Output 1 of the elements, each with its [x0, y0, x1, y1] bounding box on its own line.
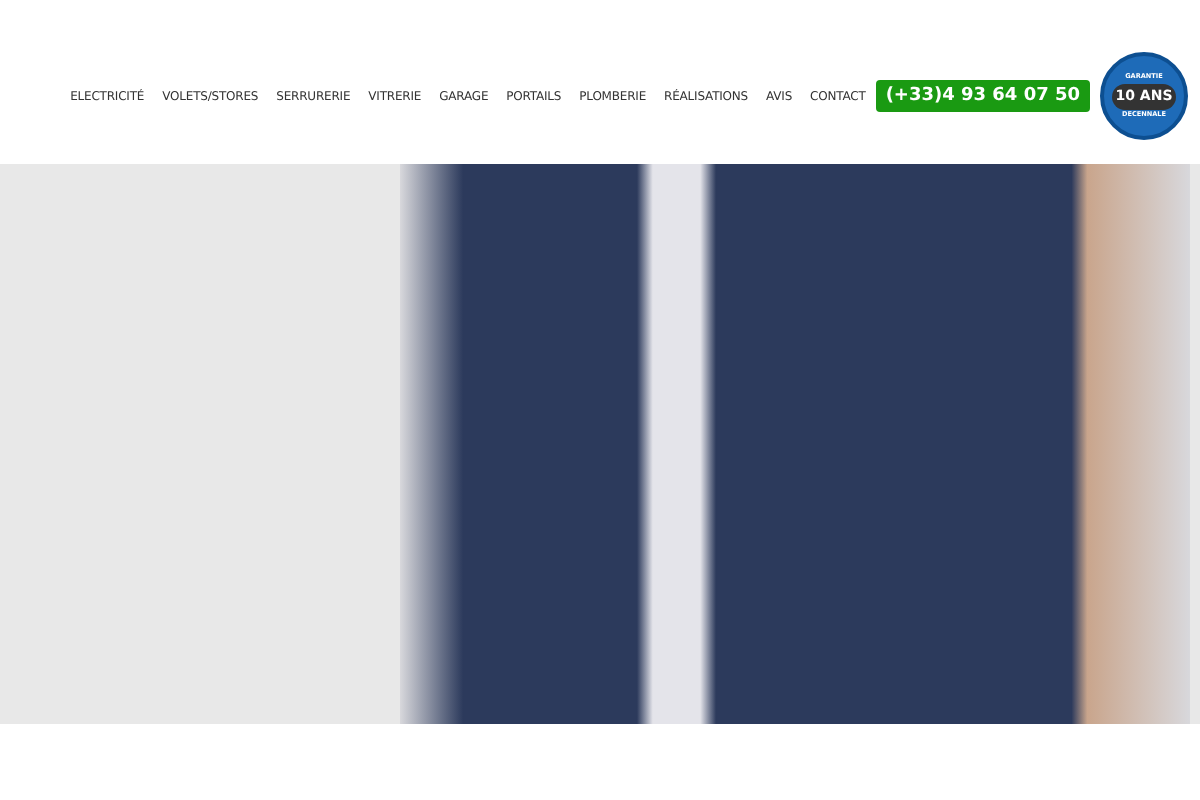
phone-button[interactable]: (+33)4 93 64 07 50	[875, 80, 1090, 112]
